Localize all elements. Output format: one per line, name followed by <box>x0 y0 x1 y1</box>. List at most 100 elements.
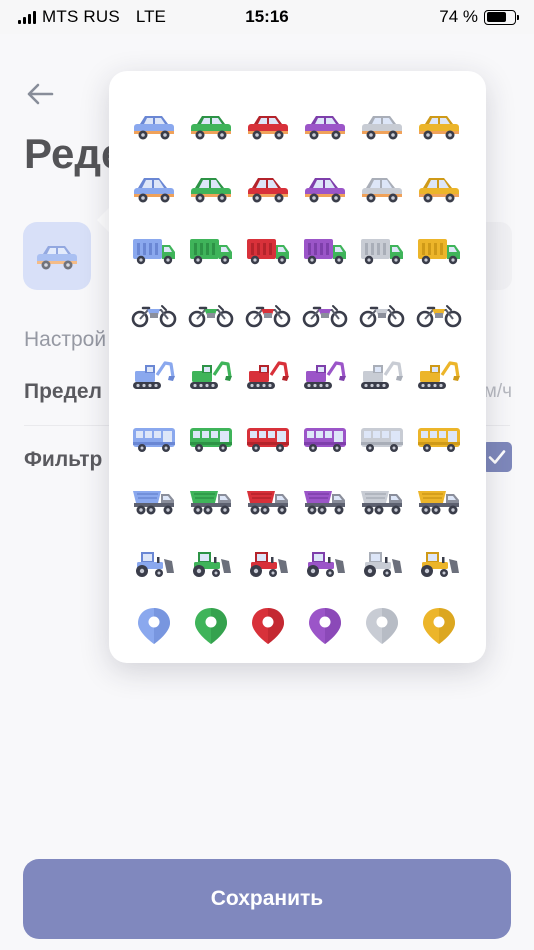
hatchback-icon <box>418 177 459 203</box>
hatchback-icon <box>304 177 345 203</box>
icon-option-motorcycle-silver[interactable] <box>353 283 410 346</box>
icon-option-motorcycle-purple[interactable] <box>296 283 353 346</box>
tractor-icon <box>249 551 288 577</box>
icon-option-hatchback-purple[interactable] <box>296 158 353 221</box>
tractor-icon <box>420 551 459 577</box>
cargo-truck-icon <box>303 239 346 265</box>
car-icon <box>247 116 288 140</box>
status-bar: MTS RUS LTE 15:16 74 % <box>0 0 534 34</box>
excavator-icon <box>189 361 232 390</box>
icon-option-hatchback-blue[interactable] <box>125 158 182 221</box>
icon-option-tractor-blue[interactable] <box>125 533 182 596</box>
excavator-icon <box>303 361 346 390</box>
icon-option-dump-truck-red[interactable] <box>239 470 296 533</box>
bus-icon <box>246 427 289 452</box>
icon-option-map-pin-silver[interactable] <box>353 595 410 658</box>
motorcycle-icon <box>131 304 176 328</box>
icon-option-dump-truck-green[interactable] <box>182 470 239 533</box>
icon-option-excavator-green[interactable] <box>182 345 239 408</box>
icon-option-cargo-truck-yellow[interactable] <box>410 220 467 283</box>
icon-option-car-yellow[interactable] <box>410 95 467 158</box>
hatchback-icon <box>361 177 402 203</box>
motorcycle-icon <box>416 304 461 328</box>
motorcycle-icon <box>188 304 233 328</box>
signal-icon <box>18 10 36 24</box>
bus-icon <box>360 427 403 452</box>
icon-option-map-pin-red[interactable] <box>239 595 296 658</box>
dump-truck-icon <box>132 491 174 515</box>
icon-option-excavator-yellow[interactable] <box>410 345 467 408</box>
icon-option-bus-green[interactable] <box>182 408 239 471</box>
excavator-icon <box>132 361 175 390</box>
icon-option-dump-truck-yellow[interactable] <box>410 470 467 533</box>
icon-option-bus-blue[interactable] <box>125 408 182 471</box>
icon-option-cargo-truck-silver[interactable] <box>353 220 410 283</box>
icon-option-tractor-green[interactable] <box>182 533 239 596</box>
icon-option-hatchback-red[interactable] <box>239 158 296 221</box>
icon-option-motorcycle-blue[interactable] <box>125 283 182 346</box>
icon-option-dump-truck-silver[interactable] <box>353 470 410 533</box>
icon-option-tractor-red[interactable] <box>239 533 296 596</box>
status-right: 74 % <box>439 7 519 27</box>
hatchback-icon <box>247 177 288 203</box>
icon-option-motorcycle-yellow[interactable] <box>410 283 467 346</box>
icon-option-excavator-blue[interactable] <box>125 345 182 408</box>
icon-option-dump-truck-blue[interactable] <box>125 470 182 533</box>
cargo-truck-icon <box>189 239 232 265</box>
icon-option-hatchback-silver[interactable] <box>353 158 410 221</box>
icon-option-bus-red[interactable] <box>239 408 296 471</box>
icon-option-tractor-silver[interactable] <box>353 533 410 596</box>
icon-option-excavator-red[interactable] <box>239 345 296 408</box>
icon-option-motorcycle-red[interactable] <box>239 283 296 346</box>
icon-option-hatchback-green[interactable] <box>182 158 239 221</box>
battery-fill <box>486 12 507 22</box>
icon-option-bus-purple[interactable] <box>296 408 353 471</box>
icon-option-map-pin-purple[interactable] <box>296 595 353 658</box>
icon-option-hatchback-yellow[interactable] <box>410 158 467 221</box>
excavator-icon <box>360 361 403 390</box>
battery-percent: 74 % <box>439 7 478 26</box>
icon-option-motorcycle-green[interactable] <box>182 283 239 346</box>
car-icon <box>418 116 459 140</box>
icon-option-car-purple[interactable] <box>296 95 353 158</box>
icon-option-cargo-truck-blue[interactable] <box>125 220 182 283</box>
icon-option-car-red[interactable] <box>239 95 296 158</box>
excavator-icon <box>246 361 289 390</box>
cargo-truck-icon <box>360 239 403 265</box>
icon-option-excavator-silver[interactable] <box>353 345 410 408</box>
icon-option-tractor-purple[interactable] <box>296 533 353 596</box>
cargo-truck-icon <box>417 239 460 265</box>
car-icon <box>133 116 174 140</box>
cargo-truck-icon <box>246 239 289 265</box>
dump-truck-icon <box>360 491 402 515</box>
icon-option-map-pin-blue[interactable] <box>125 595 182 658</box>
motorcycle-icon <box>245 304 290 328</box>
icon-option-map-pin-green[interactable] <box>182 595 239 658</box>
motorcycle-icon <box>359 304 404 328</box>
carrier-name: MTS RUS <box>42 7 120 26</box>
icon-option-dump-truck-purple[interactable] <box>296 470 353 533</box>
icon-option-excavator-purple[interactable] <box>296 345 353 408</box>
car-icon <box>361 116 402 140</box>
cargo-truck-icon <box>132 239 175 265</box>
map-pin-icon <box>422 608 455 645</box>
icon-option-car-blue[interactable] <box>125 95 182 158</box>
icon-option-bus-yellow[interactable] <box>410 408 467 471</box>
dump-truck-icon <box>417 491 459 515</box>
icon-option-cargo-truck-red[interactable] <box>239 220 296 283</box>
bus-icon <box>303 427 346 452</box>
bus-icon <box>189 427 232 452</box>
icon-option-cargo-truck-green[interactable] <box>182 220 239 283</box>
icon-option-cargo-truck-purple[interactable] <box>296 220 353 283</box>
tractor-icon <box>306 551 345 577</box>
dump-truck-icon <box>189 491 231 515</box>
icon-option-car-green[interactable] <box>182 95 239 158</box>
icon-option-car-silver[interactable] <box>353 95 410 158</box>
icon-option-bus-silver[interactable] <box>353 408 410 471</box>
map-pin-icon <box>308 608 341 645</box>
icon-option-tractor-yellow[interactable] <box>410 533 467 596</box>
icon-option-map-pin-yellow[interactable] <box>410 595 467 658</box>
bus-icon <box>132 427 175 452</box>
excavator-icon <box>417 361 460 390</box>
dump-truck-icon <box>246 491 288 515</box>
